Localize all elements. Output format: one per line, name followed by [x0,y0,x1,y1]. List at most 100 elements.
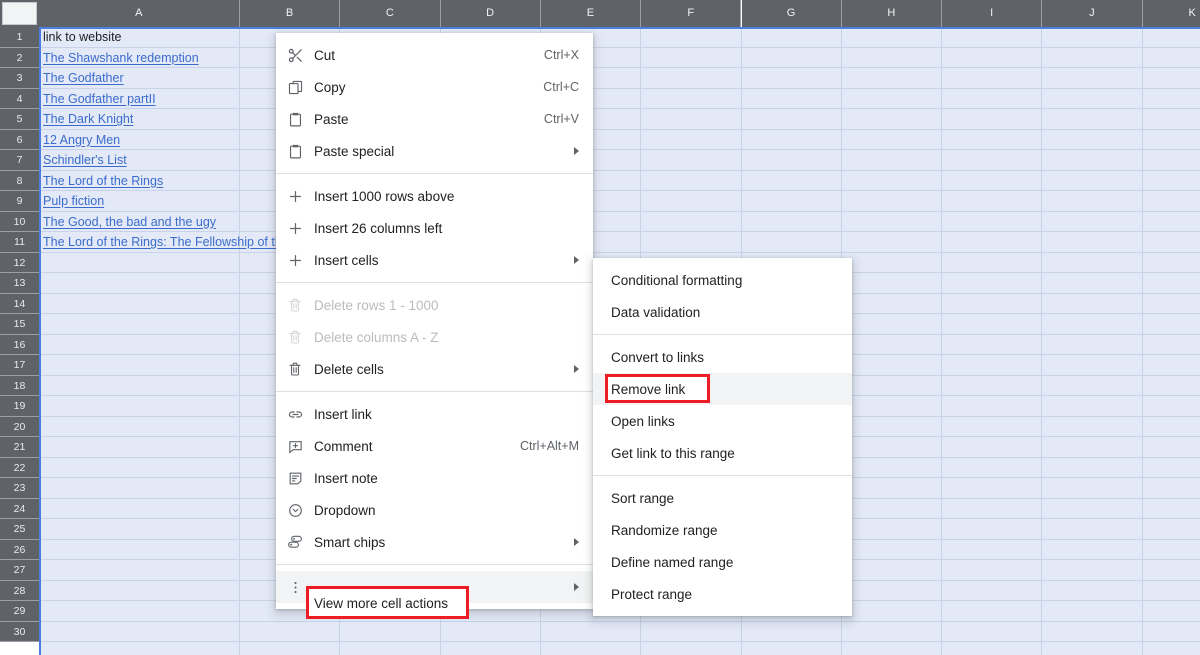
row-header-13[interactable]: 13 [0,273,39,294]
submenu-item-remove-link[interactable]: Remove link [593,373,852,405]
row-header-12[interactable]: 12 [0,252,39,273]
row-header-1[interactable]: 1 [0,27,39,48]
row-header-23[interactable]: 23 [0,478,39,499]
submenu-item-open-links[interactable]: Open links [593,405,852,437]
menu-item-delete-cells[interactable]: Delete cells [276,353,593,385]
submenu-item-convert-to-links[interactable]: Convert to links [593,341,852,373]
row-header-5[interactable]: 5 [0,109,39,130]
row-header-17[interactable]: 17 [0,355,39,376]
cell-link-a9[interactable]: Pulp fiction [39,191,104,212]
menu-item-insert-rows[interactable]: Insert 1000 rows above [276,180,593,212]
menu-separator [276,564,593,565]
row-header-21[interactable]: 21 [0,437,39,458]
menu-item-label: Delete rows 1 - 1000 [314,297,439,313]
row-header-3[interactable]: 3 [0,68,39,89]
menu-item-label: Paste special [314,143,395,159]
column-header-i[interactable]: I [942,0,1043,27]
submenu-item-label: Data validation [611,304,701,320]
submenu-item-define-named-range[interactable]: Define named range [593,546,852,578]
row-header-11[interactable]: 11 [0,232,39,253]
row-header-29[interactable]: 29 [0,601,39,622]
menu-item-delete-rows: Delete rows 1 - 1000 [276,289,593,321]
row-header-28[interactable]: 28 [0,580,39,601]
cell-link-a7[interactable]: Schindler's List [39,150,127,171]
row-header-10[interactable]: 10 [0,211,39,232]
row-header-2[interactable]: 2 [0,47,39,68]
row-header-19[interactable]: 19 [0,396,39,417]
menu-item-insert-link[interactable]: Insert link [276,398,593,430]
trash-icon [276,361,314,377]
row-headers[interactable]: 1 2 3 4 5 6 7 8 9 10 11 12 13 14 15 16 17 18 19 20 21 22 23 24 2… [0,27,39,655]
cell-link-a3[interactable]: The Godfather [39,68,124,89]
keyboard-shortcut: Ctrl+V [543,112,579,126]
menu-separator [276,282,593,283]
cell-link-a8[interactable]: The Lord of the Rings [39,171,163,192]
row-header-9[interactable]: 9 [0,191,39,212]
menu-item-comment[interactable]: Comment Ctrl+Alt+M [276,430,593,462]
select-all-corner[interactable] [0,0,39,27]
menu-item-insert-cols[interactable]: Insert 26 columns left [276,212,593,244]
row-header-24[interactable]: 24 [0,498,39,519]
menu-item-insert-note[interactable]: Insert note [276,462,593,494]
menu-item-dropdown[interactable]: Dropdown [276,494,593,526]
submenu-item-label: Get link to this range [611,445,735,461]
row-header-18[interactable]: 18 [0,375,39,396]
row-header-16[interactable]: 16 [0,334,39,355]
clipboard-icon [276,143,314,160]
submenu-item-protect-range[interactable]: Protect range [593,578,852,610]
submenu-item-get-link-to-range[interactable]: Get link to this range [593,437,852,469]
row-header-4[interactable]: 4 [0,88,39,109]
cell-link-a5[interactable]: The Dark Knight [39,109,133,130]
submenu-item-sort-range[interactable]: Sort range [593,482,852,514]
cell-a1[interactable]: link to website [39,27,122,48]
submenu-item-randomize-range[interactable]: Randomize range [593,514,852,546]
column-header-d[interactable]: D [440,0,541,27]
row-header-26[interactable]: 26 [0,539,39,560]
submenu-arrow-icon [574,365,579,373]
column-headers[interactable]: ABCDEFGHIJK [39,0,1200,27]
submenu-item-data-validation[interactable]: Data validation [593,296,852,328]
row-header-6[interactable]: 6 [0,129,39,150]
column-header-h[interactable]: H [841,0,943,27]
row-header-15[interactable]: 15 [0,314,39,335]
row-header-8[interactable]: 8 [0,170,39,191]
column-header-b[interactable]: B [240,0,341,27]
column-header-g[interactable]: G [741,0,842,27]
cell-link-a10[interactable]: The Good, the bad and the ugy [39,212,216,233]
dropdown-icon [276,502,314,519]
menu-item-label: Insert cells [314,252,379,268]
row-header-14[interactable]: 14 [0,293,39,314]
row-header-22[interactable]: 22 [0,457,39,478]
cell-link-a4[interactable]: The Godfather partII [39,89,156,110]
column-header-k[interactable]: K [1142,0,1200,27]
row-header-27[interactable]: 27 [0,560,39,581]
gridline-horizontal [39,149,1200,150]
menu-item-paste-special[interactable]: Paste special [276,135,593,167]
row-header-7[interactable]: 7 [0,150,39,171]
column-header-a[interactable]: A [39,0,240,27]
row-header-25[interactable]: 25 [0,519,39,540]
menu-item-insert-cells[interactable]: Insert cells [276,244,593,276]
menu-item-smart-chips[interactable]: Smart chips [276,526,593,558]
gridline-horizontal [39,641,1200,642]
column-header-j[interactable]: J [1042,0,1143,27]
submenu-item-label: Randomize range [611,522,718,538]
column-header-f[interactable]: F [641,0,742,27]
column-header-c[interactable]: C [340,0,441,27]
gridline-horizontal [39,87,1200,89]
gridline-vertical [239,27,240,655]
submenu-item-conditional-formatting[interactable]: Conditional formatting [593,264,852,296]
column-header-e[interactable]: E [540,0,642,27]
cell-link-a2[interactable]: The Shawshank redemption [39,48,199,69]
menu-item-copy[interactable]: Copy Ctrl+C [276,71,593,103]
row-header-20[interactable]: 20 [0,416,39,437]
row-header-30[interactable]: 30 [0,621,39,642]
menu-item-paste[interactable]: Paste Ctrl+V [276,103,593,135]
more-cell-actions-submenu[interactable]: Conditional formatting Data validation Con… [593,258,852,616]
menu-item-view-more[interactable]: View more cell actions [276,571,593,603]
menu-item-cut[interactable]: Cut Ctrl+X [276,39,593,71]
cell-context-menu[interactable]: Cut Ctrl+X Copy Ctrl+C Paste Ctrl+V Paste spec… [276,33,593,609]
link-icon [276,406,314,423]
cell-link-a6[interactable]: 12 Angry Men [39,130,120,151]
plus-icon [276,252,314,269]
